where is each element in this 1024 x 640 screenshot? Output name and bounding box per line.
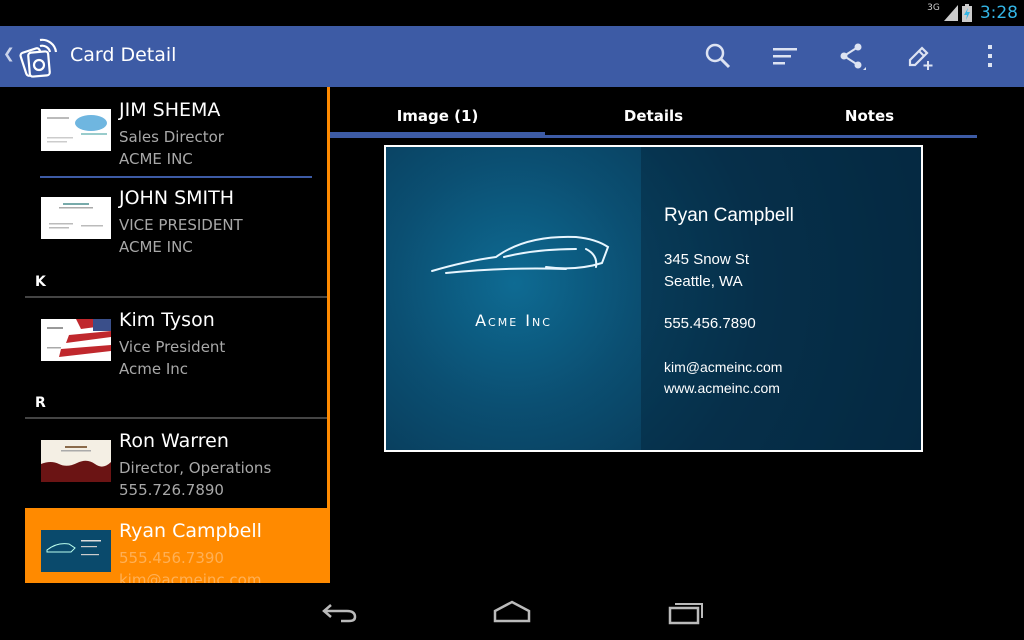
list-item-selected[interactable]: Ryan Campbell 555.456.7390 kim@acmeinc.c… bbox=[25, 508, 328, 583]
page-title: Card Detail bbox=[70, 44, 177, 66]
contact-title: Director, Operations bbox=[119, 459, 272, 477]
tab-image[interactable]: Image (1) bbox=[330, 96, 545, 136]
contact-name: Ron Warren bbox=[119, 430, 229, 452]
contact-phone: 555.726.7890 bbox=[119, 481, 224, 499]
clock: 3:28 bbox=[979, 3, 1018, 23]
card-thumbnail bbox=[41, 197, 111, 239]
system-nav-bar bbox=[0, 583, 1024, 640]
card-website: www.acmeinc.com bbox=[664, 380, 780, 396]
card-address-line2: Seattle, WA bbox=[664, 273, 743, 290]
overflow-menu-button[interactable] bbox=[970, 38, 1010, 74]
card-thumbnail bbox=[41, 530, 111, 572]
sort-icon bbox=[773, 48, 797, 65]
tab-notes[interactable]: Notes bbox=[762, 96, 977, 136]
card-phone: 555.456.7890 bbox=[664, 315, 756, 332]
contact-phone: 555.456.7390 bbox=[119, 549, 224, 567]
section-header-r: R bbox=[35, 395, 46, 411]
overflow-menu-icon bbox=[988, 45, 992, 67]
action-bar: ❮ Card Detail bbox=[0, 26, 1024, 87]
app-logo-icon[interactable] bbox=[14, 32, 62, 80]
card-thumbnail bbox=[41, 319, 111, 361]
list-item[interactable]: JOHN SMITH VICE PRESIDENT ACME INC bbox=[25, 175, 328, 263]
search-button[interactable] bbox=[698, 38, 738, 74]
screen: 3G 3:28 ❮ Card Detail JIM SHEMA Sales Di… bbox=[0, 0, 1024, 640]
share-icon bbox=[840, 43, 866, 70]
battery-charging-icon bbox=[961, 4, 972, 22]
edit-add-icon bbox=[908, 46, 933, 70]
contact-title: VICE PRESIDENT bbox=[119, 216, 243, 234]
contact-list[interactable]: JIM SHEMA Sales Director ACME INC JOHN S… bbox=[0, 87, 330, 583]
contact-name: JOHN SMITH bbox=[119, 187, 235, 209]
detail-tabs: Image (1) Details Notes bbox=[330, 96, 977, 140]
contact-title: Sales Director bbox=[119, 128, 224, 146]
signal-icon bbox=[943, 5, 958, 21]
home-icon bbox=[493, 600, 531, 623]
contact-name: JIM SHEMA bbox=[119, 99, 221, 121]
card-person-name: Ryan Campbell bbox=[664, 205, 794, 226]
sort-button[interactable] bbox=[765, 38, 805, 74]
card-thumbnail bbox=[41, 109, 111, 151]
card-address-line1: 345 Snow St bbox=[664, 251, 750, 268]
tab-selected-indicator bbox=[330, 132, 545, 138]
up-caret-icon[interactable]: ❮ bbox=[3, 46, 15, 62]
home-button[interactable] bbox=[487, 597, 537, 627]
car-logo-icon bbox=[431, 235, 610, 274]
contact-title: Vice President bbox=[119, 338, 226, 356]
recents-icon bbox=[668, 603, 703, 625]
card-thumbnail bbox=[41, 440, 111, 482]
back-button[interactable] bbox=[314, 597, 364, 627]
card-email: kim@acmeinc.com bbox=[664, 359, 783, 375]
edit-add-button[interactable] bbox=[900, 38, 940, 74]
share-button[interactable] bbox=[832, 38, 872, 74]
network-type: 3G bbox=[927, 3, 940, 13]
list-item[interactable]: Kim Tyson Vice President Acme Inc bbox=[25, 297, 328, 385]
search-icon bbox=[705, 43, 731, 69]
contact-company: ACME INC bbox=[119, 238, 193, 256]
contact-email: kim@acmeinc.com bbox=[119, 571, 262, 583]
business-card-image[interactable]: Acme Inc Ryan Campbell 345 Snow St Seatt… bbox=[384, 145, 923, 452]
card-info-panel bbox=[641, 147, 921, 450]
back-icon bbox=[322, 604, 357, 623]
card-company: Acme Inc bbox=[475, 311, 552, 330]
recents-button[interactable] bbox=[661, 597, 711, 627]
list-scroll-edge bbox=[327, 87, 330, 583]
contact-name: Ryan Campbell bbox=[119, 520, 262, 542]
list-item[interactable]: JIM SHEMA Sales Director ACME INC bbox=[25, 87, 328, 175]
contact-company: ACME INC bbox=[119, 150, 193, 168]
contact-company: Acme Inc bbox=[119, 360, 189, 378]
status-bar: 3G 3:28 bbox=[0, 0, 1024, 26]
contact-name: Kim Tyson bbox=[119, 309, 215, 331]
list-item[interactable]: Ron Warren Director, Operations 555.726.… bbox=[25, 418, 328, 506]
section-header-k: K bbox=[35, 274, 46, 290]
tab-details[interactable]: Details bbox=[546, 96, 761, 136]
